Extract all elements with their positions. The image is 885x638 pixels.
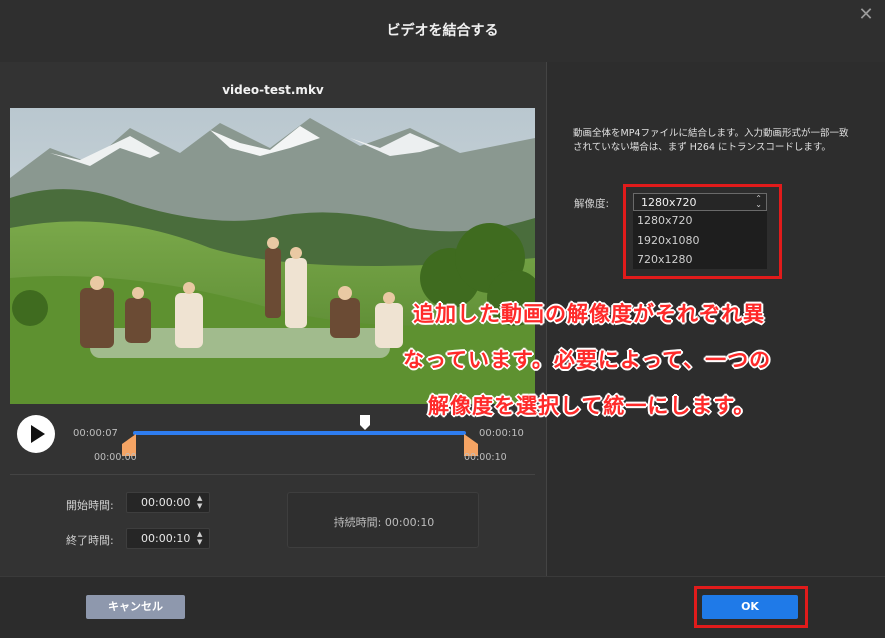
start-time-label: 開始時間: bbox=[66, 499, 114, 512]
end-time: 00:00:10 bbox=[479, 428, 524, 439]
resolution-label: 解像度: bbox=[574, 198, 610, 210]
annotation-line-1: 追加した動画の解像度がそれぞれ異 bbox=[413, 302, 765, 326]
current-time: 00:00:07 bbox=[73, 428, 118, 439]
duration-readout: 持続時間: 00:00:10 bbox=[288, 514, 480, 530]
range-start-time: 00:00:00 bbox=[94, 452, 137, 463]
duration-label: 持続時間: bbox=[333, 516, 382, 529]
timeline-track[interactable] bbox=[133, 431, 466, 435]
annotation-line-2: なっています。必要によって、一つの bbox=[403, 348, 772, 372]
play-icon bbox=[31, 425, 45, 443]
highlight-box-ok bbox=[694, 586, 808, 628]
end-time-field[interactable]: 00:00:10 ▲ ▼ bbox=[126, 528, 210, 549]
merge-description: 動画全体をMP4ファイルに結合します。入力動画形式が一部一致されていない場合は、… bbox=[573, 128, 849, 153]
close-icon[interactable]: ✕ bbox=[857, 6, 875, 24]
cancel-button[interactable]: キャンセル bbox=[86, 595, 185, 619]
range-end-time: 00:00:10 bbox=[464, 452, 507, 463]
dialog-title: ビデオを結合する bbox=[386, 23, 499, 39]
spinner-icon[interactable]: ▲ ▼ bbox=[197, 494, 205, 510]
annotation-line-3: 解像度を選択して統一にします。 bbox=[428, 394, 756, 418]
start-time-value: 00:00:00 bbox=[141, 496, 191, 509]
playhead-icon[interactable] bbox=[359, 415, 371, 431]
play-button[interactable] bbox=[17, 415, 55, 453]
spinner-icon[interactable]: ▲ ▼ bbox=[197, 530, 205, 546]
highlight-box-resolution bbox=[623, 184, 782, 279]
duration-box: 持続時間: 00:00:10 bbox=[287, 492, 479, 548]
start-time-field[interactable]: 00:00:00 ▲ ▼ bbox=[126, 492, 210, 513]
duration-value: 00:00:10 bbox=[384, 516, 435, 529]
end-time-value: 00:00:10 bbox=[141, 532, 191, 545]
video-filename: video-test.mkv bbox=[222, 83, 324, 97]
section-divider bbox=[10, 474, 535, 475]
end-time-label: 終了時間: bbox=[66, 534, 114, 547]
